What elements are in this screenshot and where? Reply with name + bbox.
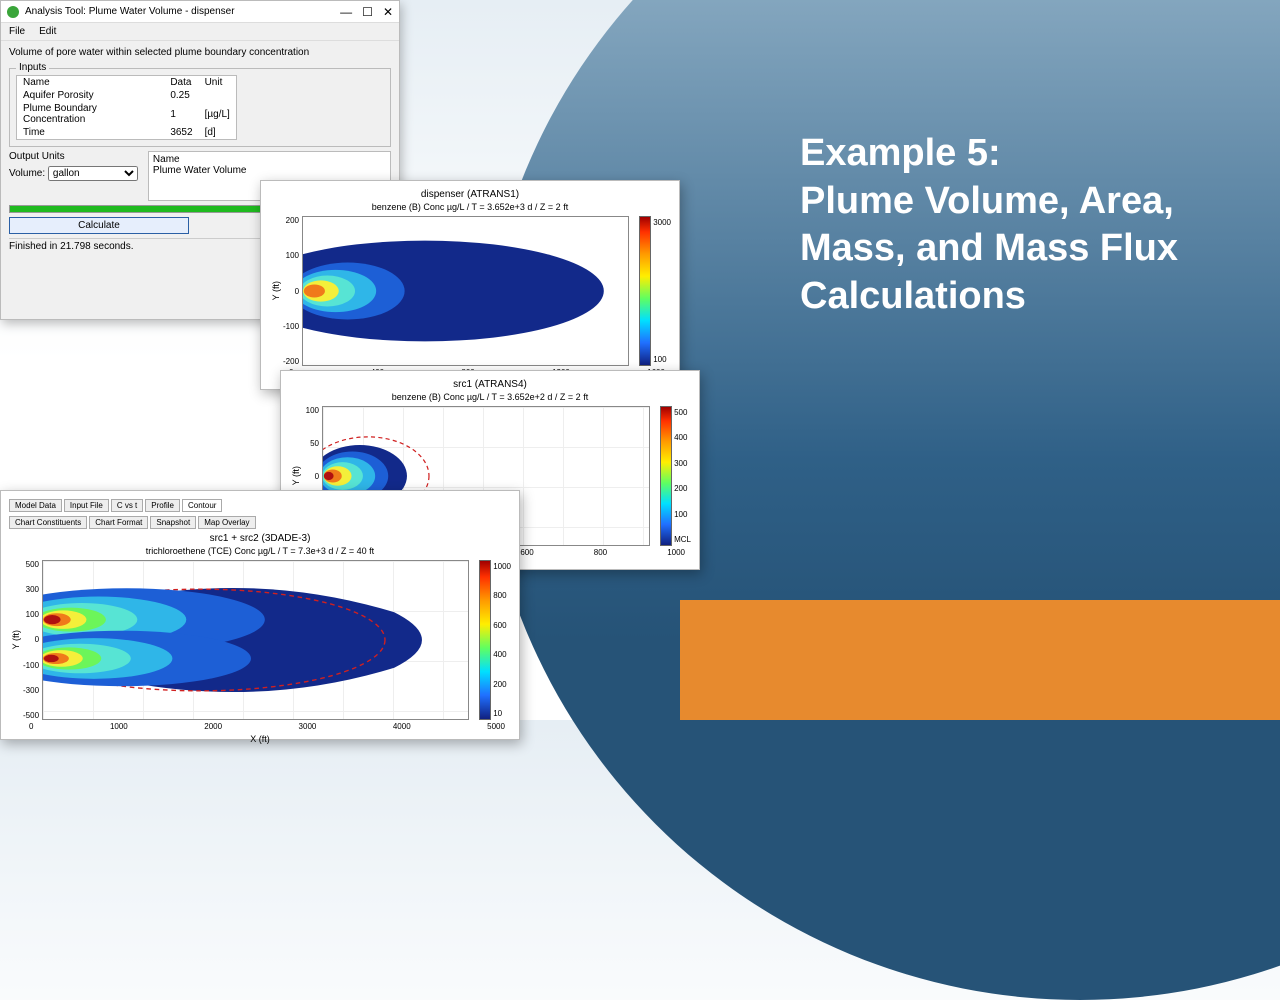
col-name: Name — [17, 76, 165, 90]
tab-contour[interactable]: Contour — [182, 499, 222, 512]
maximize-button[interactable]: ☐ — [362, 5, 373, 19]
app-logo-icon — [7, 6, 19, 18]
slide-title-line2: Plume Volume, Area, Mass, and Mass Flux … — [800, 178, 1230, 321]
plot3-subtitle: trichloroethene (TCE) Conc µg/L / T = 7.… — [9, 546, 511, 556]
plot-src1-src2-3dade3: Model Data Input File C vs t Profile Con… — [0, 490, 520, 740]
table-row[interactable]: Aquifer Porosity 0.25 — [17, 89, 237, 102]
volume-unit-select[interactable]: gallon — [48, 166, 138, 181]
menubar: File Edit — [1, 23, 399, 41]
plot2-colorbar — [660, 406, 672, 546]
plot2-title: src1 (ATRANS4) — [289, 379, 691, 390]
menu-edit[interactable]: Edit — [39, 26, 56, 37]
plot1-colorbar-ticks: 3000100 — [651, 216, 671, 366]
output-legend: Output Units — [9, 151, 138, 162]
subtab-chart-constituents[interactable]: Chart Constituents — [9, 516, 87, 529]
plot2-ylabel: Y (ft) — [289, 466, 303, 485]
plot3-colorbar — [479, 560, 491, 720]
col-data: Data — [164, 76, 198, 90]
plot1-yticks: 2001000-100-200 — [283, 216, 302, 366]
plot1-title: dispenser (ATRANS1) — [269, 189, 671, 200]
table-row[interactable]: Plume Boundary Concentration 1 [µg/L] — [17, 102, 237, 126]
table-header-row: Name Data Unit — [17, 76, 237, 90]
plot3-plume-icon — [43, 561, 468, 719]
calculate-button[interactable]: Calculate — [9, 217, 189, 234]
inputs-table: Name Data Unit Aquifer Porosity 0.25 Plu… — [16, 75, 237, 140]
inputs-group: Inputs Name Data Unit Aquifer Porosity 0… — [9, 68, 391, 147]
subtab-map-overlay[interactable]: Map Overlay — [198, 516, 255, 529]
background-orange-band — [680, 600, 1280, 720]
plot3-main-tabs: Model Data Input File C vs t Profile Con… — [9, 499, 511, 512]
volume-label: Volume: — [9, 168, 45, 179]
plot-dispenser-atrans1: dispenser (ATRANS1) benzene (B) Conc µg/… — [260, 180, 680, 390]
plot1-subtitle: benzene (B) Conc µg/L / T = 3.652e+3 d /… — [269, 202, 671, 212]
inputs-legend: Inputs — [16, 62, 49, 73]
plot2-subtitle: benzene (B) Conc µg/L / T = 3.652e+2 d /… — [289, 392, 691, 402]
result-col-name: Name — [153, 154, 180, 165]
tab-input-file[interactable]: Input File — [64, 499, 109, 512]
table-row[interactable]: Time 3652 [d] — [17, 126, 237, 140]
plot3-xticks: 010002000300040005000 — [9, 720, 511, 731]
plot1-plume-icon — [303, 217, 628, 365]
plot3-yticks: 5003001000-100-300-500 — [23, 560, 42, 720]
slide-title-line1: Example 5: — [800, 130, 1230, 178]
minimize-button[interactable]: — — [340, 5, 352, 19]
col-unit: Unit — [199, 76, 237, 90]
plot1-axes[interactable] — [302, 216, 629, 366]
tab-model-data[interactable]: Model Data — [9, 499, 62, 512]
plot3-ylabel: Y (ft) — [9, 630, 23, 649]
plot3-axes[interactable] — [42, 560, 469, 720]
window-titlebar: Analysis Tool: Plume Water Volume - disp… — [1, 1, 399, 23]
subtab-chart-format[interactable]: Chart Format — [89, 516, 148, 529]
window-title: Analysis Tool: Plume Water Volume - disp… — [25, 6, 340, 17]
tool-description: Volume of pore water within selected plu… — [1, 41, 399, 64]
output-units-group: Output Units Volume: gallon — [9, 151, 138, 181]
plot3-sub-tabs: Chart Constituents Chart Format Snapshot… — [9, 516, 511, 529]
slide-title: Example 5: Plume Volume, Area, Mass, and… — [800, 130, 1230, 320]
plot3-xlabel: X (ft) — [9, 734, 511, 744]
result-row-name: Plume Water Volume — [153, 165, 386, 176]
plot3-colorbar-ticks: 100080060040020010 — [491, 560, 511, 720]
subtab-snapshot[interactable]: Snapshot — [150, 516, 196, 529]
plot3-title: src1 + src2 (3DADE-3) — [9, 533, 511, 544]
plot1-ylabel: Y (ft) — [269, 281, 283, 300]
tab-profile[interactable]: Profile — [145, 499, 180, 512]
close-button[interactable]: ✕ — [383, 5, 393, 19]
tab-cvst[interactable]: C vs t — [111, 499, 143, 512]
menu-file[interactable]: File — [9, 26, 25, 37]
plot2-colorbar-ticks: 500400300200100MCL — [672, 406, 691, 546]
plot1-colorbar — [639, 216, 651, 366]
